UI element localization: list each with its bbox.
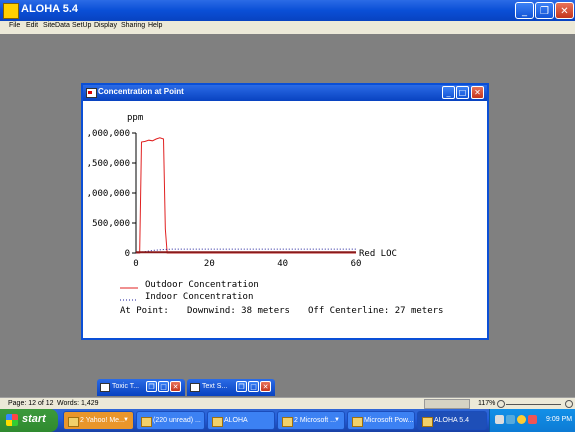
close-button[interactable]: ✕ xyxy=(170,381,181,392)
powerpoint-icon xyxy=(352,417,363,427)
minimize-button[interactable]: _ xyxy=(515,2,534,19)
zoom-slider[interactable] xyxy=(506,404,561,405)
mail-icon xyxy=(141,417,152,427)
child-close-button[interactable]: ✕ xyxy=(471,86,484,99)
messenger-icon[interactable] xyxy=(517,415,526,424)
menu-help[interactable]: Help xyxy=(148,22,162,29)
taskbar-item-powerpoint[interactable]: Microsoft Pow... xyxy=(347,411,415,430)
help-icon[interactable] xyxy=(495,415,504,424)
x-tick-label: 20 xyxy=(204,259,215,269)
menu-display[interactable]: Display xyxy=(94,22,117,29)
aloha-app-icon xyxy=(3,3,19,19)
dropdown-arrow-icon: ▼ xyxy=(334,417,340,423)
restore-button[interactable]: ❐ xyxy=(236,381,247,392)
security-icon[interactable] xyxy=(528,415,537,424)
taskbar-item-yahoo[interactable]: 2 Yahoo! Me... ▼ xyxy=(63,411,134,430)
restore-button[interactable]: ❐ xyxy=(146,381,157,392)
menu-setup[interactable]: SetUp xyxy=(72,22,91,29)
taskbar-item-label: ALOHA 5.4 xyxy=(434,417,470,424)
minimized-window-text[interactable]: Text S... ❐ □ ✕ xyxy=(187,379,275,396)
y-tick-label: 500,000 xyxy=(92,219,130,229)
zoom-out-icon[interactable] xyxy=(497,400,505,408)
outdoor-concentration-line xyxy=(136,137,356,254)
taskbar-item-mail[interactable]: (220 unread) ... xyxy=(136,411,205,430)
zoom-in-icon[interactable] xyxy=(565,400,573,408)
concentration-window-title-bar[interactable]: Concentration at Point _ □ ✕ xyxy=(83,85,487,101)
menu-edit[interactable]: Edit xyxy=(26,22,38,29)
x-tick-label: 60 xyxy=(351,259,362,269)
folder-icon xyxy=(212,417,223,427)
start-button[interactable]: start xyxy=(0,409,58,432)
minimized-window-label: Text S... xyxy=(202,383,228,390)
legend-indoor-label: Indoor Concentration xyxy=(145,292,254,302)
window-icon xyxy=(100,383,110,392)
yahoo-icon xyxy=(68,417,79,427)
app-title: ALOHA 5.4 xyxy=(21,3,79,15)
view-buttons[interactable] xyxy=(424,399,470,409)
aloha-app-icon xyxy=(422,417,433,427)
y-tick-label: ,000,000 xyxy=(87,129,130,139)
red-loc-label: Red LOC xyxy=(359,249,397,259)
downwind-distance: Downwind: 38 meters xyxy=(187,306,290,316)
taskbar-item-label: Microsoft Pow... xyxy=(364,417,414,424)
taskbar-item-label: 2 Microsoft ... xyxy=(294,417,337,424)
legend-outdoor-swatch xyxy=(120,287,138,289)
taskbar-item-label: (220 unread) ... xyxy=(153,417,201,424)
maximize-button[interactable]: □ xyxy=(248,381,259,392)
minimized-window-toxic[interactable]: Toxic T... ❐ □ ✕ xyxy=(97,379,185,396)
start-label: start xyxy=(22,413,46,425)
x-tick-label: 0 xyxy=(133,259,138,269)
y-tick-label: ,500,000 xyxy=(87,159,130,169)
taskbar-item-label: ALOHA xyxy=(224,417,248,424)
y-tick-label: ,000,000 xyxy=(87,189,130,199)
menu-bar: File Edit SiteData SetUp Display Sharing… xyxy=(0,21,575,35)
taskbar: start 2 Yahoo! Me... ▼ (220 unread) ... … xyxy=(0,409,575,432)
off-centerline-distance: Off Centerline: 27 meters xyxy=(308,306,444,316)
taskbar-item-aloha[interactable]: ALOHA 5.4 xyxy=(417,411,487,430)
system-tray: 9:09 PM xyxy=(489,409,575,432)
close-button[interactable]: ✕ xyxy=(260,381,271,392)
concentration-window: Concentration at Point _ □ ✕ ppm 0 500,000… xyxy=(81,83,489,340)
legend-indoor-swatch xyxy=(120,299,138,301)
maximize-button[interactable]: □ xyxy=(158,381,169,392)
taskbar-item-microsoft[interactable]: 2 Microsoft ... ▼ xyxy=(277,411,345,430)
menu-sitedata[interactable]: SiteData xyxy=(43,22,70,29)
status-words: Words: 1,429 xyxy=(57,400,99,407)
x-tick-label: 40 xyxy=(277,259,288,269)
network-icon[interactable] xyxy=(506,415,515,424)
dropdown-arrow-icon: ▼ xyxy=(123,417,129,423)
concentration-chart: ppm 0 500,000 ,000,000 ,500,000 ,000,000 0 20 40… xyxy=(87,113,397,269)
taskbar-item-aloha-folder[interactable]: ALOHA xyxy=(207,411,275,430)
child-minimize-button[interactable]: _ xyxy=(442,86,455,99)
child-maximize-button[interactable]: □ xyxy=(456,86,469,99)
zoom-level: 117% xyxy=(478,400,496,407)
menu-sharing[interactable]: Sharing xyxy=(121,22,145,29)
window-icon xyxy=(86,88,97,98)
y-tick-label: 0 xyxy=(125,249,130,259)
status-page: Page: 12 of 12 xyxy=(8,400,54,407)
clock: 9:09 PM xyxy=(546,416,573,423)
y-axis-label: ppm xyxy=(127,113,143,123)
windows-logo-icon xyxy=(6,414,18,426)
taskbar-item-label: 2 Yahoo! Me... xyxy=(80,417,125,424)
close-button[interactable]: ✕ xyxy=(555,2,574,19)
maximize-button[interactable]: ❐ xyxy=(535,2,554,19)
document-icon xyxy=(282,417,293,427)
concentration-window-title: Concentration at Point xyxy=(98,87,184,96)
at-point-label: At Point: xyxy=(120,306,169,316)
app-title-bar[interactable]: ALOHA 5.4 _ ❐ ✕ xyxy=(0,0,575,21)
menu-file[interactable]: File xyxy=(9,22,20,29)
window-icon xyxy=(190,383,200,392)
minimized-window-label: Toxic T... xyxy=(112,383,140,390)
legend-outdoor-label: Outdoor Concentration xyxy=(145,280,259,290)
